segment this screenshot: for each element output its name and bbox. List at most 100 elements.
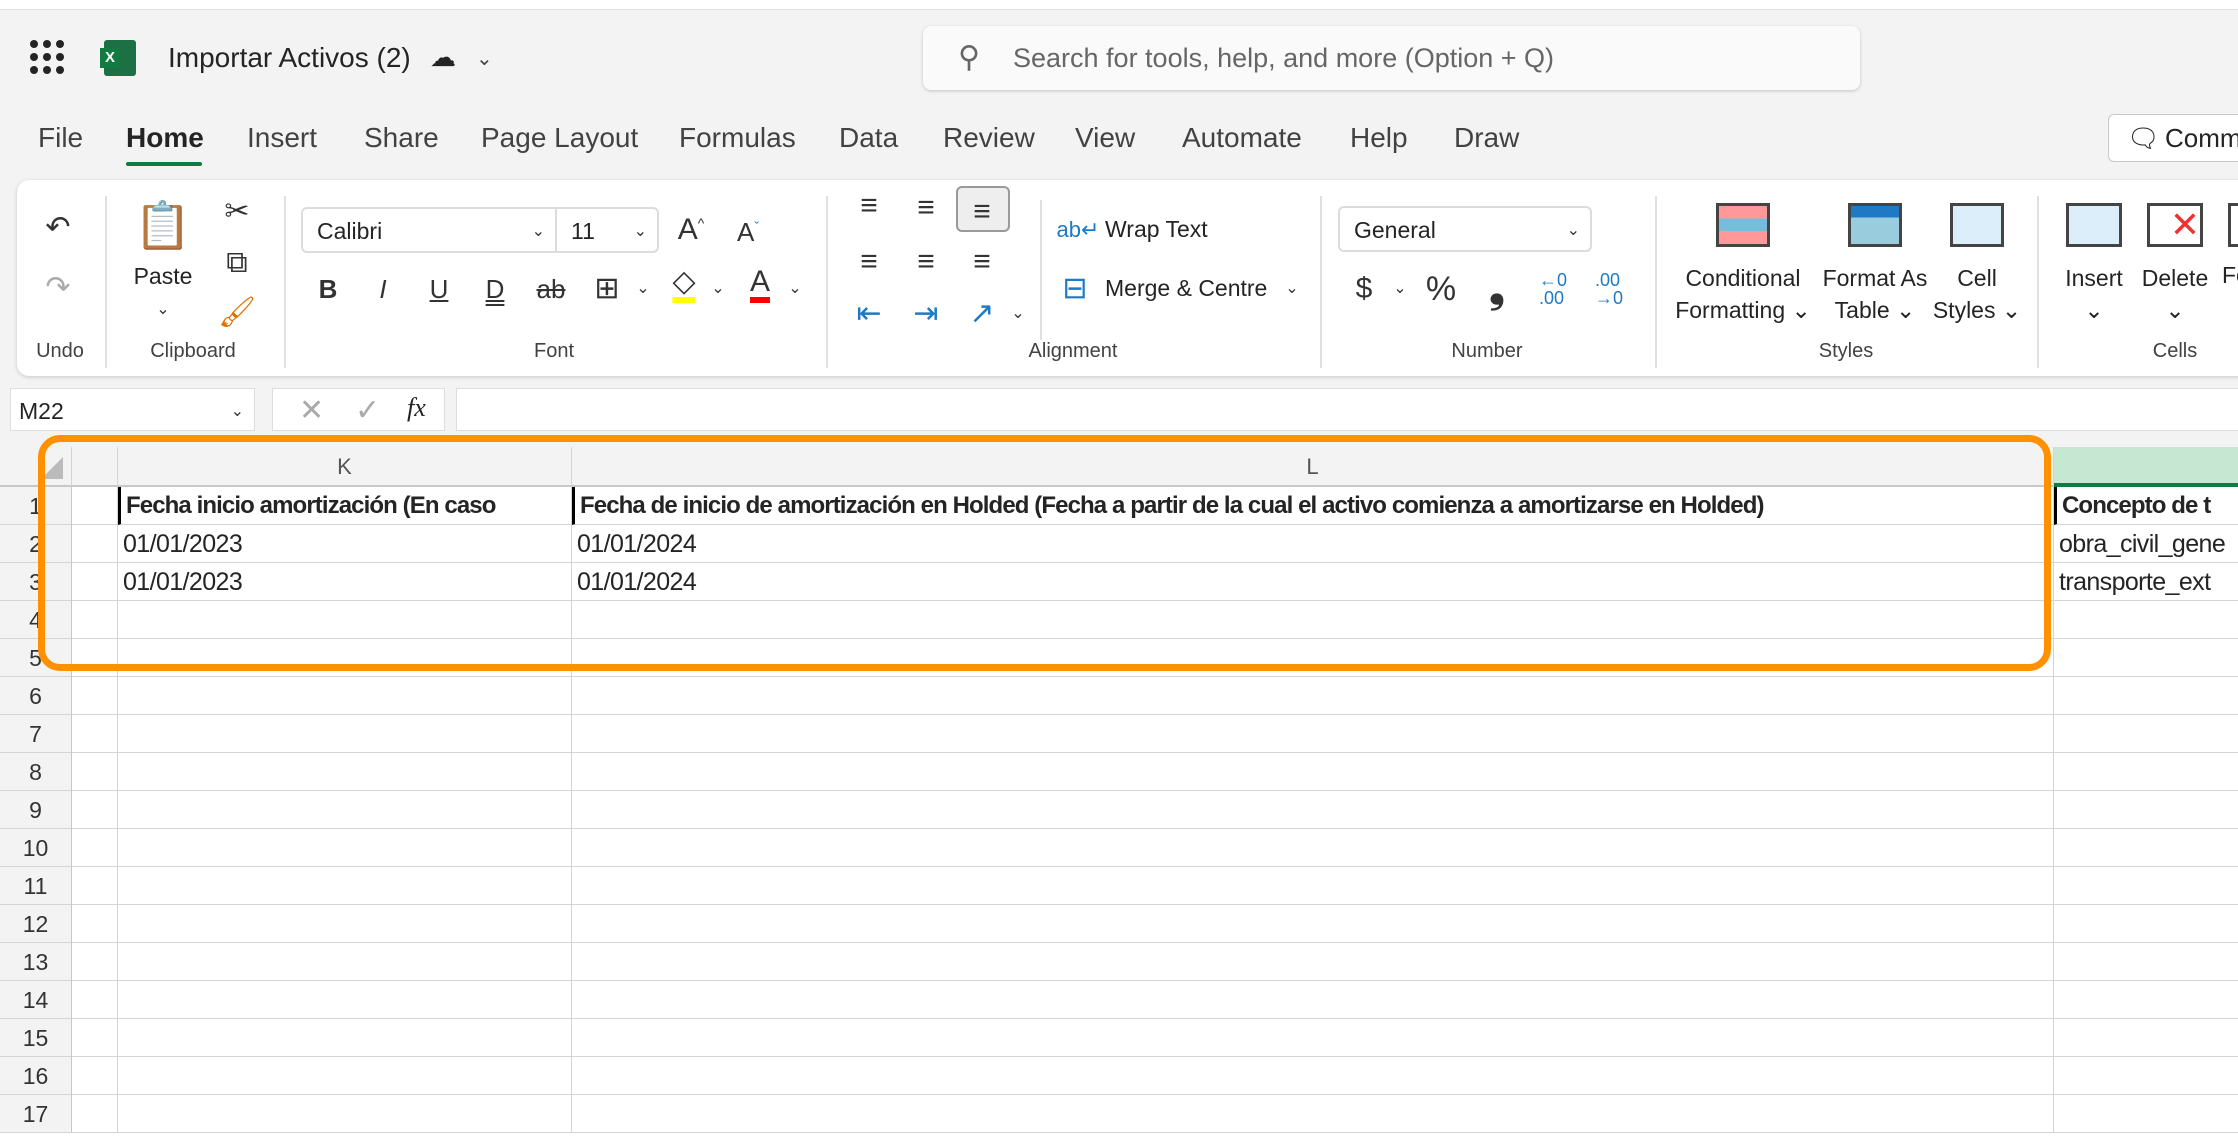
increase-decimal-icon[interactable]: ←0.00: [1539, 271, 1567, 307]
align-top-icon[interactable]: ≡: [860, 191, 878, 221]
cell[interactable]: [572, 677, 2054, 715]
tab-home[interactable]: Home: [126, 122, 204, 154]
cell[interactable]: Concepto de t: [2054, 487, 2238, 525]
cell[interactable]: [572, 867, 2054, 905]
wrap-text-button[interactable]: Wrap Text: [1105, 216, 1208, 243]
tab-view[interactable]: View: [1075, 122, 1135, 154]
chevron-down-icon[interactable]: ⌄: [636, 281, 649, 297]
fill-color-icon[interactable]: ◇: [672, 267, 696, 303]
cell[interactable]: [72, 791, 118, 829]
app-launcher-icon[interactable]: [30, 40, 64, 74]
tab-formulas[interactable]: Formulas: [679, 122, 796, 154]
double-underline-button[interactable]: D: [486, 276, 505, 302]
format-as-table-icon[interactable]: [1848, 203, 1902, 247]
wrap-text-icon[interactable]: ab↵: [1057, 219, 1100, 241]
cell[interactable]: [572, 753, 2054, 791]
decrease-decimal-icon[interactable]: .00 →0: [1595, 271, 1623, 307]
insert-function-button[interactable]: fx: [407, 393, 426, 423]
document-title[interactable]: Importar Activos (2): [168, 42, 411, 74]
grow-font-icon[interactable]: A^: [678, 215, 705, 245]
chevron-down-icon[interactable]: ⌄: [476, 46, 493, 71]
chevron-down-icon[interactable]: ⌄: [1285, 281, 1298, 297]
cell[interactable]: [72, 753, 118, 791]
align-center-icon[interactable]: ≡: [917, 247, 935, 277]
delete-cells-icon[interactable]: ✕: [2147, 203, 2203, 247]
cell[interactable]: [572, 943, 2054, 981]
cell[interactable]: [2054, 867, 2238, 905]
copy-icon[interactable]: ⧉: [226, 248, 247, 278]
paste-icon[interactable]: 📋: [134, 202, 191, 248]
tab-help[interactable]: Help: [1350, 122, 1408, 154]
formula-input[interactable]: [456, 388, 2238, 431]
cell[interactable]: [2054, 601, 2238, 639]
insert-cells-icon[interactable]: [2066, 203, 2122, 247]
increase-indent-icon[interactable]: ⇥: [913, 299, 938, 329]
cell[interactable]: [72, 1019, 118, 1057]
row-header[interactable]: 9: [0, 791, 72, 829]
row-header[interactable]: 10: [0, 829, 72, 867]
cell[interactable]: [118, 677, 572, 715]
cell[interactable]: [118, 943, 572, 981]
tab-automate[interactable]: Automate: [1182, 122, 1302, 154]
cell[interactable]: [118, 905, 572, 943]
row-header[interactable]: 12: [0, 905, 72, 943]
cell-styles-button[interactable]: Cell Styles ⌄: [1933, 262, 2021, 326]
row-header[interactable]: 7: [0, 715, 72, 753]
row-header[interactable]: 6: [0, 677, 72, 715]
tab-data[interactable]: Data: [839, 122, 898, 154]
tab-insert[interactable]: Insert: [247, 122, 317, 154]
number-format-dropdown[interactable]: General ⌄: [1338, 206, 1592, 252]
bold-button[interactable]: B: [319, 276, 338, 302]
cell[interactable]: transporte_ext: [2054, 563, 2238, 601]
cloud-saved-icon[interactable]: ☁: [430, 42, 456, 73]
cell[interactable]: [72, 867, 118, 905]
align-right-icon[interactable]: ≡: [973, 247, 991, 277]
undo-icon[interactable]: ↶: [45, 213, 70, 243]
decrease-indent-icon[interactable]: ⇤: [856, 299, 881, 329]
merge-centre-button[interactable]: Merge & Centre: [1105, 275, 1267, 302]
cell[interactable]: [72, 981, 118, 1019]
row-header[interactable]: 15: [0, 1019, 72, 1057]
orientation-icon[interactable]: ↗: [969, 299, 994, 329]
row-header[interactable]: 13: [0, 943, 72, 981]
cell[interactable]: [572, 1095, 2054, 1133]
italic-button[interactable]: I: [379, 276, 386, 302]
borders-icon[interactable]: ⊞: [594, 274, 619, 304]
align-middle-icon[interactable]: ≡: [917, 193, 935, 223]
cell[interactable]: [2054, 905, 2238, 943]
cell-styles-icon[interactable]: [1950, 203, 2004, 247]
conditional-formatting-icon[interactable]: [1716, 203, 1770, 247]
currency-button[interactable]: $: [1356, 274, 1373, 304]
font-name-dropdown[interactable]: Calibri ⌄: [301, 207, 557, 253]
cell[interactable]: [118, 867, 572, 905]
conditional-formatting-button[interactable]: Conditional Formatting ⌄: [1675, 262, 1811, 326]
cell[interactable]: [118, 1057, 572, 1095]
cell[interactable]: [2054, 791, 2238, 829]
cell[interactable]: [572, 981, 2054, 1019]
tab-draw[interactable]: Draw: [1454, 122, 1519, 154]
cell[interactable]: [72, 1057, 118, 1095]
row-header[interactable]: 11: [0, 867, 72, 905]
search-box[interactable]: ⚲ Search for tools, help, and more (Opti…: [923, 26, 1860, 90]
cell[interactable]: [2054, 639, 2238, 677]
cell[interactable]: [572, 905, 2054, 943]
paste-button[interactable]: Paste: [134, 260, 193, 292]
cell[interactable]: [118, 1095, 572, 1133]
cancel-icon[interactable]: ✕: [299, 393, 324, 428]
cell[interactable]: [2054, 715, 2238, 753]
tab-review[interactable]: Review: [943, 122, 1035, 154]
merge-centre-icon[interactable]: ⊟: [1062, 274, 1087, 304]
format-as-table-button[interactable]: Format As Table ⌄: [1823, 262, 1928, 326]
tab-share[interactable]: Share: [364, 122, 439, 154]
delete-cells-button[interactable]: Delete ⌄: [2142, 262, 2208, 326]
shrink-font-icon[interactable]: Aˇ: [737, 219, 759, 245]
cell[interactable]: [118, 753, 572, 791]
tab-file[interactable]: File: [38, 122, 83, 154]
cell[interactable]: [118, 1019, 572, 1057]
cell[interactable]: [72, 829, 118, 867]
cell[interactable]: [72, 715, 118, 753]
row-header[interactable]: 17: [0, 1095, 72, 1133]
cell[interactable]: [2054, 829, 2238, 867]
cell[interactable]: [572, 829, 2054, 867]
format-cells-button[interactable]: Fo: [2222, 262, 2238, 289]
